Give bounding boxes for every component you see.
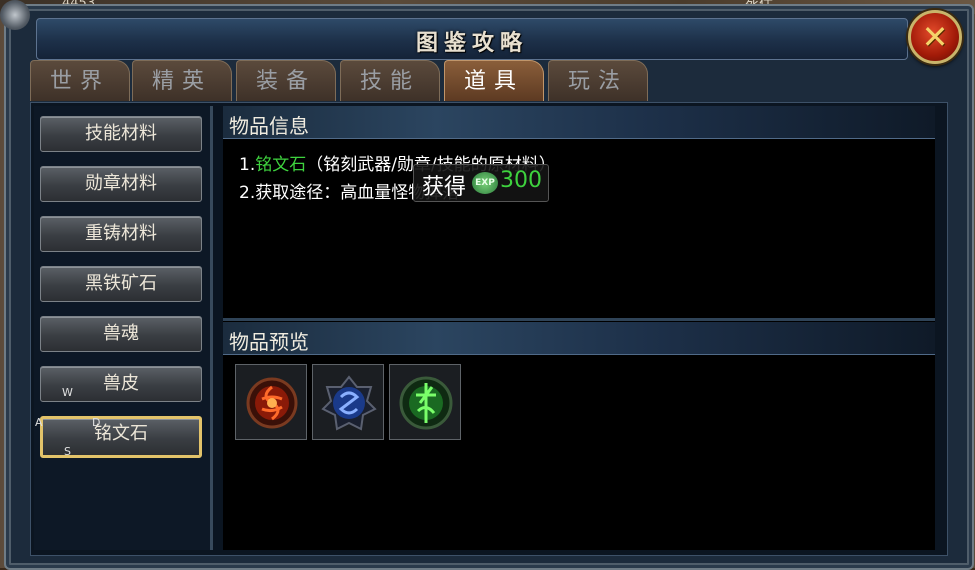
frame-corner-ornament [0,0,30,30]
red-inscription-stone-icon [246,377,298,429]
close-button[interactable]: ✕ [908,10,962,64]
tab-world[interactable]: 世界 [30,60,130,101]
close-icon: ✕ [921,18,949,56]
item-info-box: 1.铭文石（铭刻武器/勋章/技能的原材料） 2.获取途径：高血量怪物掉落 [223,140,935,316]
sidebar-item-medal-materials[interactable]: 勋章材料 [40,166,202,202]
window-title: 图鉴攻略 [415,30,528,56]
exp-gain-popup: 获得 EXP 300 [413,164,549,202]
blue-inscription-stone-icon [321,375,377,431]
preview-header-title: 物品预览 [229,330,309,354]
content-panel: 技能材料 勋章材料 重铸材料 黑铁矿石 兽魂 兽皮 铭文石 物品信息 1.铭文石… [30,102,948,556]
info-header: 物品信息 [223,106,935,139]
sidebar-item-beast-soul[interactable]: 兽魂 [40,316,202,352]
info-line-1-prefix: 1. [239,155,256,175]
exp-icon: EXP [472,172,498,194]
item-category-sidebar: 技能材料 勋章材料 重铸材料 黑铁矿石 兽魂 兽皮 铭文石 [34,106,213,550]
key-hint-d: D [92,416,101,429]
section-divider [223,318,935,321]
tab-elite[interactable]: 精英 [132,60,232,101]
tab-skills[interactable]: 技能 [340,60,440,101]
preview-slot-blue-stone[interactable] [312,364,384,440]
item-preview-box [223,356,935,550]
item-detail-area: 物品信息 1.铭文石（铭刻武器/勋章/技能的原材料） 2.获取途径：高血量怪物掉… [223,106,935,550]
preview-header: 物品预览 [223,322,935,355]
item-name: 铭文石 [255,155,307,175]
preview-slot-green-stone[interactable] [389,364,461,440]
key-hint-s: S [64,445,71,458]
info-header-title: 物品信息 [229,114,309,138]
title-bar: 图鉴攻略 [36,18,908,60]
sidebar-item-skill-materials[interactable]: 技能材料 [40,116,202,152]
exp-gain-label: 获得 [422,175,467,200]
tab-items[interactable]: 道具 [444,60,544,101]
sidebar-item-black-iron-ore[interactable]: 黑铁矿石 [40,266,202,302]
tab-gameplay[interactable]: 玩法 [548,60,648,101]
key-hint-w: W [62,386,73,399]
green-inscription-stone-icon [399,376,453,430]
exp-gain-value: 300 [500,168,542,193]
preview-slot-red-stone[interactable] [235,364,307,440]
key-hint-a: A [35,416,43,429]
tab-equipment[interactable]: 装备 [236,60,336,101]
sidebar-item-reforge-materials[interactable]: 重铸材料 [40,216,202,252]
